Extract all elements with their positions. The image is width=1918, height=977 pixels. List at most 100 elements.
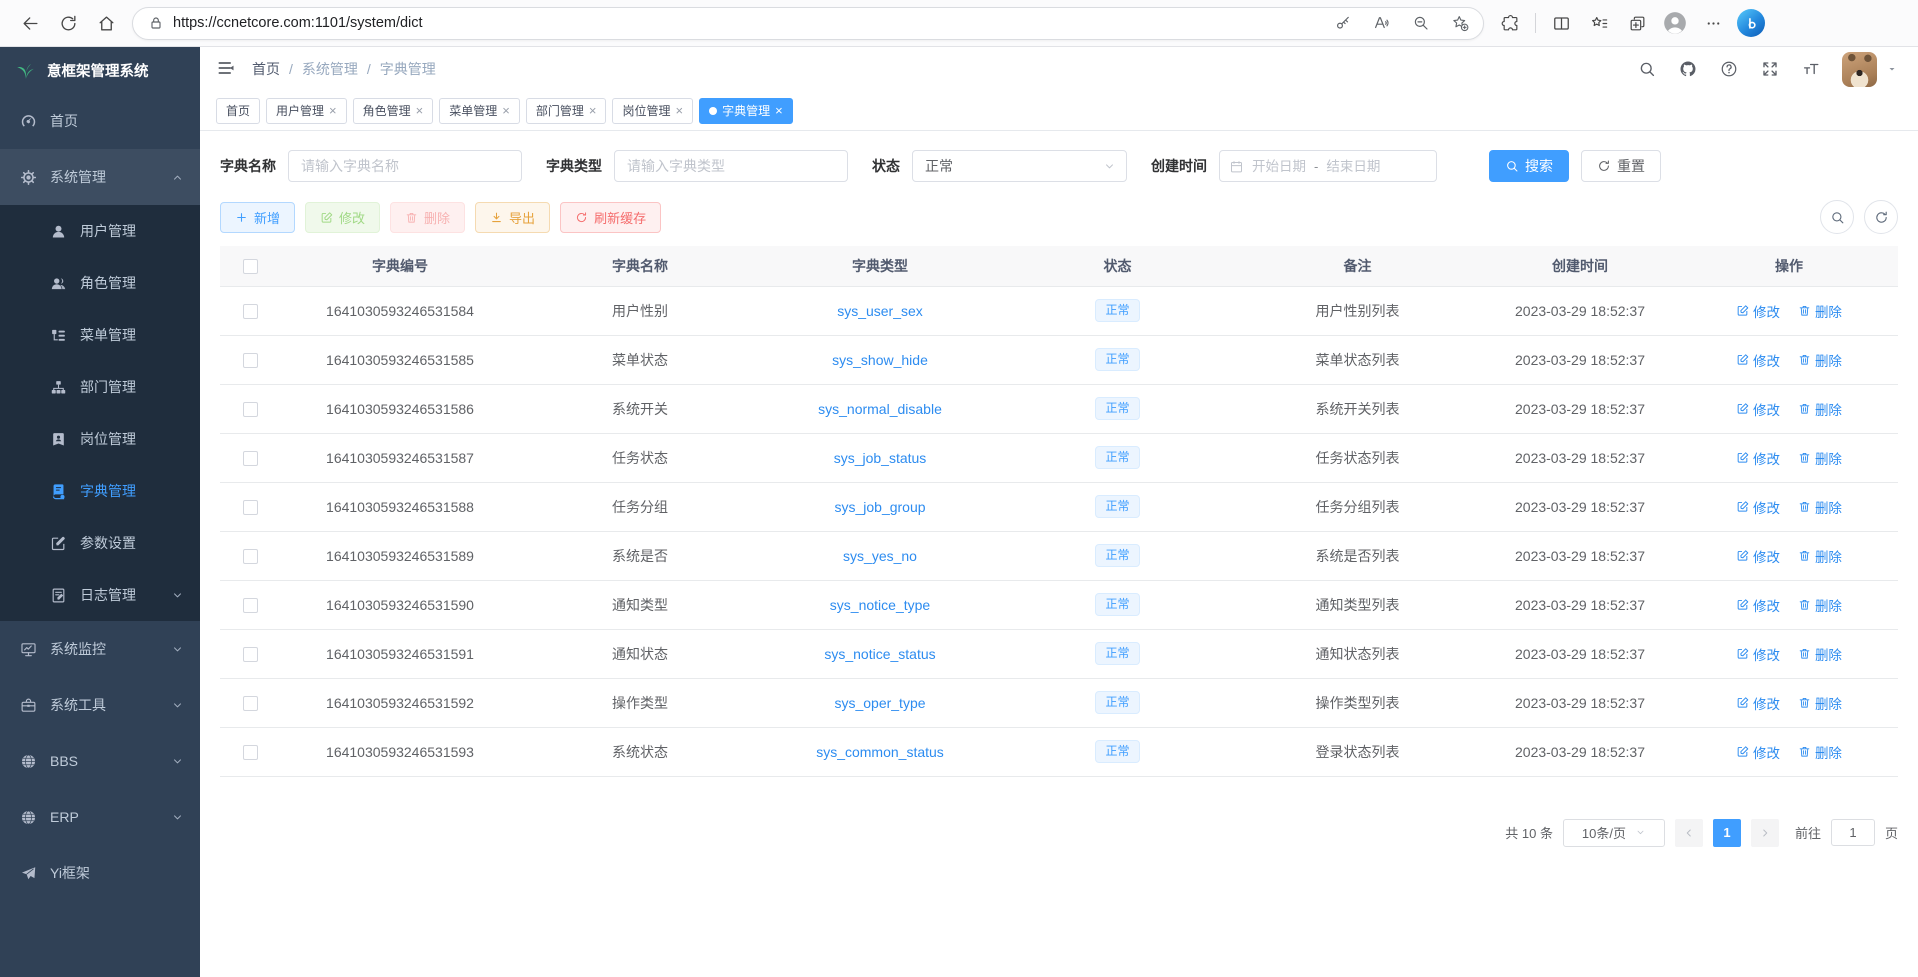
user-avatar[interactable] bbox=[1842, 52, 1877, 87]
close-tab-icon[interactable]: × bbox=[329, 104, 337, 117]
row-checkbox[interactable] bbox=[243, 353, 258, 368]
dict-type-link[interactable]: sys_yes_no bbox=[843, 548, 917, 564]
row-edit-button[interactable]: 修改 bbox=[1736, 595, 1780, 615]
select-all-checkbox[interactable] bbox=[243, 259, 258, 274]
page-button-1[interactable]: 1 bbox=[1713, 819, 1741, 847]
dict-type-link[interactable]: sys_notice_status bbox=[824, 646, 935, 662]
row-checkbox[interactable] bbox=[243, 598, 258, 613]
close-tab-icon[interactable]: × bbox=[675, 104, 683, 117]
text-size-button[interactable] bbox=[1801, 59, 1821, 79]
next-page-button[interactable] bbox=[1751, 819, 1779, 847]
sidebar-item-yi-framework[interactable]: Yi框架 bbox=[0, 845, 200, 901]
sidebar-item-dept-management[interactable]: 部门管理 bbox=[0, 361, 200, 413]
refresh-cache-button[interactable]: 刷新缓存 bbox=[560, 202, 661, 233]
split-screen-button[interactable] bbox=[1543, 6, 1579, 40]
row-edit-button[interactable]: 修改 bbox=[1736, 399, 1780, 419]
tab-role-management[interactable]: 角色管理× bbox=[353, 98, 434, 124]
prev-page-button[interactable] bbox=[1675, 819, 1703, 847]
dict-type-link[interactable]: sys_notice_type bbox=[830, 597, 930, 613]
export-button[interactable]: 导出 bbox=[475, 202, 550, 233]
row-edit-button[interactable]: 修改 bbox=[1736, 448, 1780, 468]
dict-type-link[interactable]: sys_show_hide bbox=[832, 352, 928, 368]
sidebar-item-system-tools[interactable]: 系统工具 bbox=[0, 677, 200, 733]
dict-type-link[interactable]: sys_job_status bbox=[834, 450, 927, 466]
password-button[interactable] bbox=[1328, 8, 1358, 38]
start-date-input[interactable] bbox=[1249, 159, 1309, 174]
row-delete-button[interactable]: 删除 bbox=[1798, 546, 1842, 566]
close-tab-icon[interactable]: × bbox=[416, 104, 424, 117]
collapse-sidebar-button[interactable] bbox=[215, 58, 237, 80]
sidebar-item-log-management[interactable]: 日志管理 bbox=[0, 569, 200, 621]
row-edit-button[interactable]: 修改 bbox=[1736, 742, 1780, 762]
end-date-input[interactable] bbox=[1323, 159, 1383, 174]
address-bar[interactable]: https://ccnetcore.com:1101/system/dict bbox=[132, 7, 1484, 40]
tab-home[interactable]: 首页 bbox=[216, 98, 260, 124]
sidebar-item-user-management[interactable]: 用户管理 bbox=[0, 205, 200, 257]
row-delete-button[interactable]: 删除 bbox=[1798, 448, 1842, 468]
sidebar-item-bbs[interactable]: BBS bbox=[0, 733, 200, 789]
dict-type-input[interactable] bbox=[614, 150, 848, 182]
help-button[interactable] bbox=[1719, 59, 1739, 79]
delete-button[interactable]: 删除 bbox=[390, 202, 465, 233]
add-favorite-button[interactable] bbox=[1445, 8, 1475, 38]
extensions-button[interactable] bbox=[1492, 6, 1528, 40]
row-edit-button[interactable]: 修改 bbox=[1736, 301, 1780, 321]
row-checkbox[interactable] bbox=[243, 304, 258, 319]
row-checkbox[interactable] bbox=[243, 402, 258, 417]
row-checkbox[interactable] bbox=[243, 647, 258, 662]
zoom-out-button[interactable] bbox=[1406, 8, 1436, 38]
row-edit-button[interactable]: 修改 bbox=[1736, 644, 1780, 664]
search-button[interactable]: 搜索 bbox=[1489, 150, 1569, 182]
status-select[interactable]: 正常 bbox=[912, 150, 1127, 182]
row-delete-button[interactable]: 删除 bbox=[1798, 644, 1842, 664]
favorites-button[interactable] bbox=[1581, 6, 1617, 40]
tab-user-management[interactable]: 用户管理× bbox=[266, 98, 347, 124]
copilot-button[interactable] bbox=[1737, 9, 1765, 37]
sidebar-item-erp[interactable]: ERP bbox=[0, 789, 200, 845]
edit-button[interactable]: 修改 bbox=[305, 202, 380, 233]
github-button[interactable] bbox=[1678, 59, 1698, 79]
close-tab-icon[interactable]: × bbox=[502, 104, 510, 117]
row-delete-button[interactable]: 删除 bbox=[1798, 350, 1842, 370]
row-delete-button[interactable]: 删除 bbox=[1798, 595, 1842, 615]
row-delete-button[interactable]: 删除 bbox=[1798, 497, 1842, 517]
collections-button[interactable] bbox=[1619, 6, 1655, 40]
browser-profile-button[interactable] bbox=[1657, 6, 1693, 40]
sidebar-item-home[interactable]: 首页 bbox=[0, 93, 200, 149]
sidebar-item-role-management[interactable]: 角色管理 bbox=[0, 257, 200, 309]
breadcrumb-home[interactable]: 首页 bbox=[252, 59, 280, 79]
close-tab-icon[interactable]: × bbox=[589, 104, 597, 117]
back-button[interactable] bbox=[12, 6, 48, 40]
sidebar-item-system-management[interactable]: 系统管理 bbox=[0, 149, 200, 205]
row-edit-button[interactable]: 修改 bbox=[1736, 497, 1780, 517]
row-delete-button[interactable]: 删除 bbox=[1798, 301, 1842, 321]
sidebar-item-dict-management[interactable]: 字典管理 bbox=[0, 465, 200, 517]
dict-name-input[interactable] bbox=[288, 150, 522, 182]
refresh-table-button[interactable] bbox=[1864, 200, 1898, 234]
reset-button[interactable]: 重置 bbox=[1581, 150, 1661, 182]
home-button[interactable] bbox=[88, 6, 124, 40]
browser-menu-button[interactable] bbox=[1695, 6, 1731, 40]
tab-dict-management[interactable]: 字典管理× bbox=[699, 98, 793, 124]
row-checkbox[interactable] bbox=[243, 696, 258, 711]
dict-type-link[interactable]: sys_common_status bbox=[816, 744, 944, 760]
url-text[interactable]: https://ccnetcore.com:1101/system/dict bbox=[173, 15, 423, 31]
row-edit-button[interactable]: 修改 bbox=[1736, 546, 1780, 566]
sidebar-item-param-settings[interactable]: 参数设置 bbox=[0, 517, 200, 569]
row-edit-button[interactable]: 修改 bbox=[1736, 693, 1780, 713]
row-checkbox[interactable] bbox=[243, 500, 258, 515]
row-checkbox[interactable] bbox=[243, 451, 258, 466]
sidebar-item-menu-management[interactable]: 菜单管理 bbox=[0, 309, 200, 361]
goto-page-input[interactable] bbox=[1831, 819, 1875, 846]
caret-down-icon[interactable] bbox=[1886, 63, 1898, 75]
read-aloud-button[interactable] bbox=[1367, 8, 1397, 38]
row-edit-button[interactable]: 修改 bbox=[1736, 350, 1780, 370]
sidebar-item-post-management[interactable]: 岗位管理 bbox=[0, 413, 200, 465]
close-tab-icon[interactable]: × bbox=[775, 104, 783, 117]
row-checkbox[interactable] bbox=[243, 549, 258, 564]
toggle-search-button[interactable] bbox=[1820, 200, 1854, 234]
fullscreen-button[interactable] bbox=[1760, 59, 1780, 79]
row-delete-button[interactable]: 删除 bbox=[1798, 399, 1842, 419]
row-delete-button[interactable]: 删除 bbox=[1798, 693, 1842, 713]
reload-button[interactable] bbox=[50, 6, 86, 40]
